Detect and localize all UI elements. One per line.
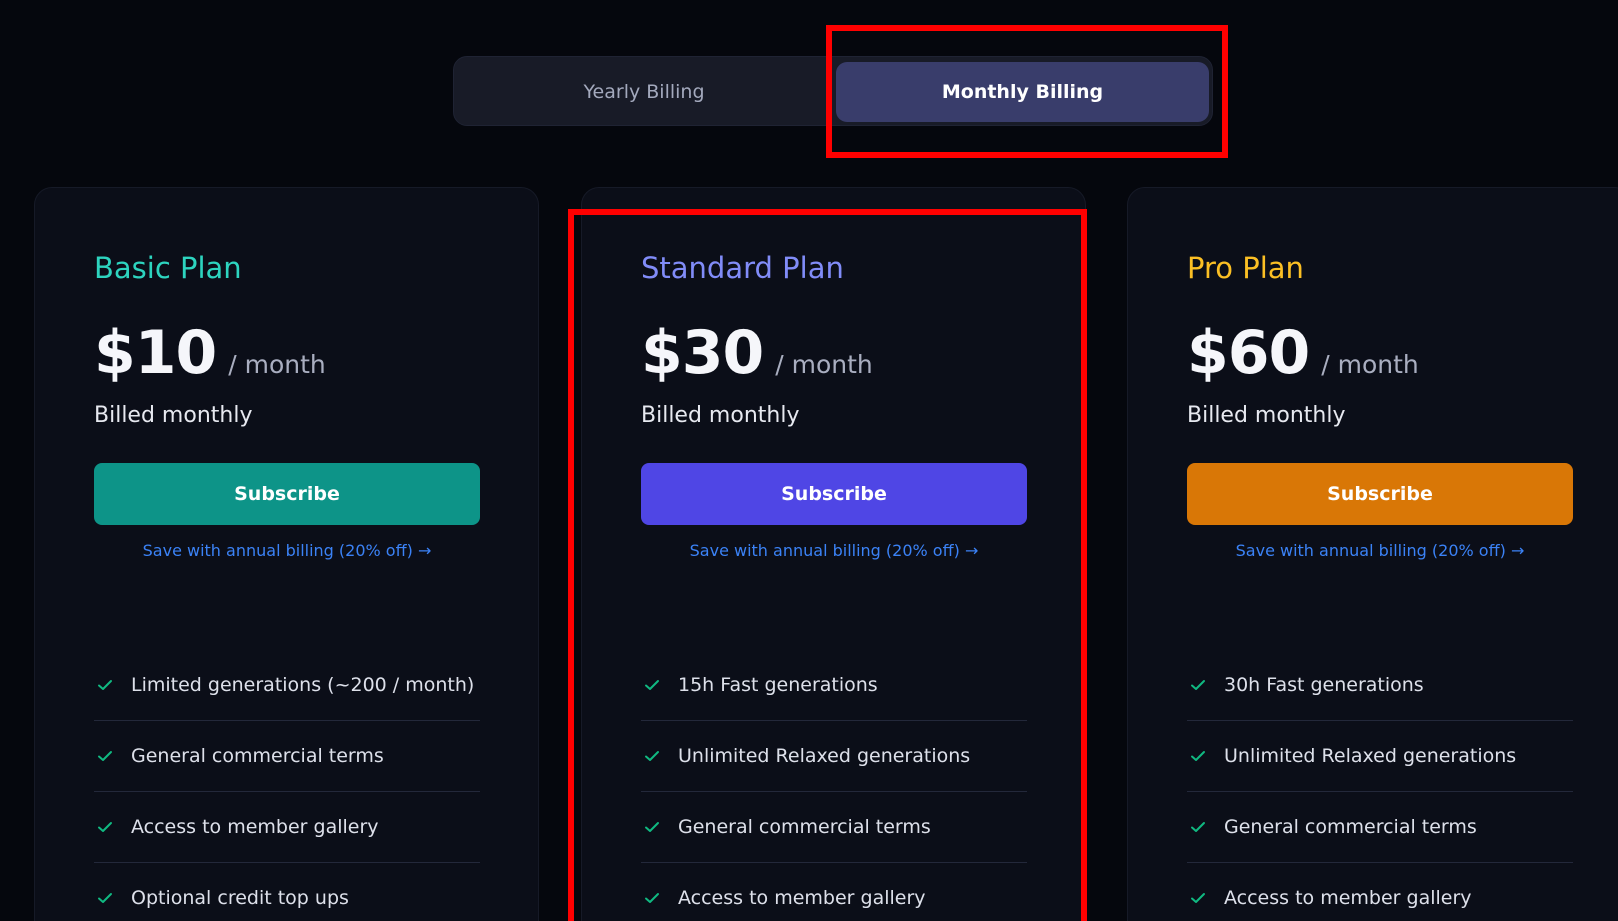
feature-list: Limited generations (~200 / month) Gener… — [94, 650, 480, 921]
list-item: Unlimited Relaxed generations — [641, 721, 1027, 792]
check-icon — [1191, 893, 1205, 903]
list-item: 15h Fast generations — [641, 650, 1027, 721]
list-item: Optional credit top ups — [94, 863, 480, 921]
price-row: $10 / month — [94, 318, 326, 388]
plan-name: Standard Plan — [641, 251, 844, 285]
feature-label: Unlimited Relaxed generations — [678, 745, 971, 767]
check-icon — [645, 751, 659, 761]
feature-label: Unlimited Relaxed generations — [1224, 745, 1517, 767]
feature-label: Optional credit top ups — [131, 887, 349, 909]
plan-price: $10 — [94, 318, 217, 388]
list-item: Access to member gallery — [641, 863, 1027, 921]
plan-card-pro: Pro Plan $60 / month Billed monthly Subs… — [1127, 187, 1618, 921]
feature-label: Access to member gallery — [1224, 887, 1472, 909]
monthly-billing-tab[interactable]: Monthly Billing — [836, 62, 1209, 122]
billing-note: Billed monthly — [94, 403, 253, 428]
check-icon — [98, 680, 112, 690]
annual-billing-link[interactable]: Save with annual billing (20% off) → — [641, 541, 1027, 560]
plan-name: Pro Plan — [1187, 251, 1304, 285]
check-icon — [645, 822, 659, 832]
subscribe-button[interactable]: Subscribe — [641, 463, 1027, 525]
subscribe-button[interactable]: Subscribe — [94, 463, 480, 525]
feature-list: 30h Fast generations Unlimited Relaxed g… — [1187, 650, 1573, 921]
plan-period: / month — [228, 350, 326, 379]
plan-price: $60 — [1187, 318, 1310, 388]
check-icon — [645, 893, 659, 903]
check-icon — [1191, 680, 1205, 690]
check-icon — [98, 822, 112, 832]
billing-note: Billed monthly — [641, 403, 800, 428]
check-icon — [645, 680, 659, 690]
list-item: General commercial terms — [1187, 792, 1573, 863]
feature-label: General commercial terms — [678, 816, 931, 838]
check-icon — [1191, 822, 1205, 832]
list-item: Limited generations (~200 / month) — [94, 650, 480, 721]
plan-card-standard: Standard Plan $30 / month Billed monthly… — [581, 187, 1086, 921]
yearly-billing-tab[interactable]: Yearly Billing — [459, 62, 829, 122]
feature-label: Access to member gallery — [131, 816, 379, 838]
feature-label: 30h Fast generations — [1224, 674, 1424, 696]
plan-card-basic: Basic Plan $10 / month Billed monthly Su… — [34, 187, 539, 921]
plan-period: / month — [775, 350, 873, 379]
billing-note: Billed monthly — [1187, 403, 1346, 428]
plan-name: Basic Plan — [94, 251, 242, 285]
price-row: $60 / month — [1187, 318, 1419, 388]
list-item: General commercial terms — [94, 721, 480, 792]
list-item: Access to member gallery — [94, 792, 480, 863]
check-icon — [1191, 751, 1205, 761]
plan-period: / month — [1321, 350, 1419, 379]
price-row: $30 / month — [641, 318, 873, 388]
feature-label: 15h Fast generations — [678, 674, 878, 696]
list-item: Access to member gallery — [1187, 863, 1573, 921]
billing-toggle: Yearly Billing Monthly Billing — [453, 56, 1213, 126]
list-item: General commercial terms — [641, 792, 1027, 863]
feature-label: Access to member gallery — [678, 887, 926, 909]
feature-label: General commercial terms — [1224, 816, 1477, 838]
list-item: Unlimited Relaxed generations — [1187, 721, 1573, 792]
subscribe-button[interactable]: Subscribe — [1187, 463, 1573, 525]
check-icon — [98, 751, 112, 761]
annual-billing-link[interactable]: Save with annual billing (20% off) → — [1187, 541, 1573, 560]
feature-label: General commercial terms — [131, 745, 384, 767]
annual-billing-link[interactable]: Save with annual billing (20% off) → — [94, 541, 480, 560]
plan-price: $30 — [641, 318, 764, 388]
pricing-page: Yearly Billing Monthly Billing Basic Pla… — [0, 0, 1618, 921]
list-item: 30h Fast generations — [1187, 650, 1573, 721]
check-icon — [98, 893, 112, 903]
feature-label: Limited generations (~200 / month) — [131, 674, 475, 696]
feature-list: 15h Fast generations Unlimited Relaxed g… — [641, 650, 1027, 921]
